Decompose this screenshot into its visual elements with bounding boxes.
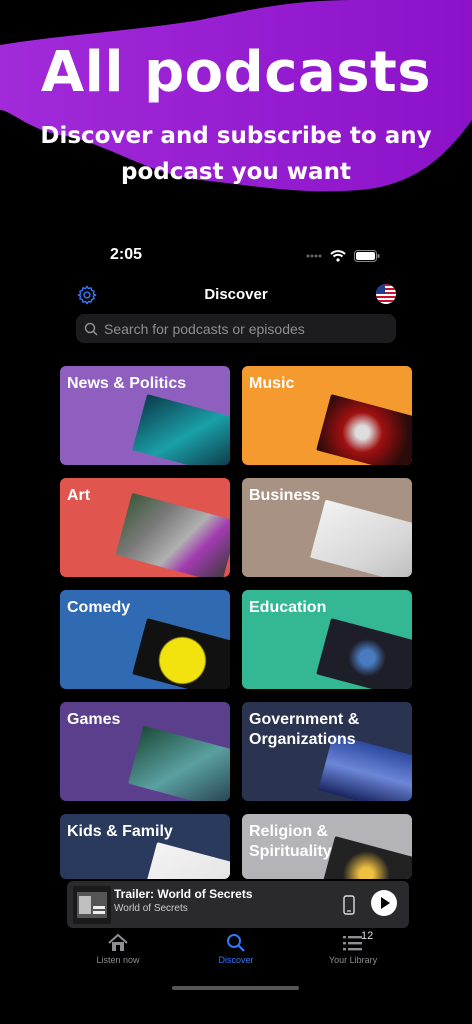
category-image — [142, 842, 230, 879]
category-image — [316, 618, 412, 689]
category-label: Games — [67, 711, 121, 728]
status-icons — [306, 250, 380, 262]
tab-bar: Listen now Discover Your Library 12 — [0, 930, 472, 980]
category-label: Religion & Spirituality — [249, 823, 332, 860]
tab-your-library[interactable]: Your Library 12 — [303, 930, 403, 965]
category-image — [316, 394, 412, 465]
category-card-religion[interactable]: Religion & Spirituality — [242, 814, 412, 879]
category-label: Art — [67, 487, 91, 504]
search-icon — [227, 934, 245, 952]
library-count-badge: 12 — [361, 930, 374, 942]
category-card-government[interactable]: Government & Organizations — [242, 702, 412, 801]
category-image — [310, 499, 412, 577]
tab-label: Discover — [218, 955, 254, 965]
tab-label: Your Library — [328, 955, 378, 965]
category-card-games[interactable]: Games — [60, 702, 230, 801]
battery-icon — [354, 250, 380, 262]
player-artwork — [73, 886, 111, 924]
category-image — [132, 618, 230, 689]
play-button[interactable] — [371, 890, 397, 916]
search-input[interactable] — [102, 319, 386, 338]
house-icon — [108, 933, 128, 951]
category-label: Business — [249, 487, 321, 504]
navigation-bar: Discover — [0, 284, 472, 308]
category-card-music[interactable]: Music — [242, 366, 412, 465]
tab-label: Listen now — [96, 955, 140, 965]
us-flag-graphic — [376, 284, 396, 304]
category-label: News & Politics — [67, 375, 187, 392]
mini-player[interactable]: Trailer: World of Secrets World of Secre… — [67, 881, 409, 928]
page-title: Discover — [204, 286, 268, 303]
category-card-comedy[interactable]: Comedy — [60, 590, 230, 689]
category-image — [128, 725, 230, 801]
us-flag-icon[interactable] — [376, 284, 396, 304]
status-bar: 2:05 — [0, 246, 472, 268]
category-label: Music — [249, 375, 295, 392]
category-card-art[interactable]: Art — [60, 478, 230, 577]
category-label: Kids & Family — [67, 823, 173, 840]
promo-subline-line-2: podcast you want — [121, 159, 351, 185]
status-time: 2:05 — [110, 246, 143, 263]
signal-dots-icon — [306, 254, 322, 258]
category-card-kids-family[interactable]: Kids & Family — [60, 814, 230, 879]
category-image — [132, 394, 230, 465]
category-label: Education — [249, 599, 327, 616]
category-card-business[interactable]: Business — [242, 478, 412, 577]
tab-listen-now[interactable]: Listen now — [68, 930, 168, 965]
category-card-education[interactable]: Education — [242, 590, 412, 689]
wifi-icon — [330, 250, 346, 262]
category-card-news-politics[interactable]: News & Politics — [60, 366, 230, 465]
promo-subline: Discover and subscribe to any podcast yo… — [0, 118, 472, 190]
category-label: Comedy — [67, 599, 131, 616]
tab-discover[interactable]: Discover — [186, 930, 286, 965]
promo-header: All podcasts Discover and subscribe to a… — [0, 0, 472, 215]
artwork-graphic — [73, 886, 111, 924]
play-icon — [381, 897, 390, 909]
player-subtitle: World of Secrets — [114, 903, 188, 914]
home-indicator[interactable] — [172, 986, 299, 990]
promo-headline: All podcasts — [40, 40, 432, 105]
category-label: Government & Organizations — [249, 711, 360, 748]
promo-subline-line-1: Discover and subscribe to any — [40, 123, 432, 149]
gear-icon[interactable] — [76, 284, 98, 306]
search-bar[interactable] — [76, 314, 396, 343]
search-icon — [84, 322, 98, 336]
phone-device-icon[interactable] — [343, 895, 355, 915]
player-title: Trailer: World of Secrets — [114, 887, 253, 901]
